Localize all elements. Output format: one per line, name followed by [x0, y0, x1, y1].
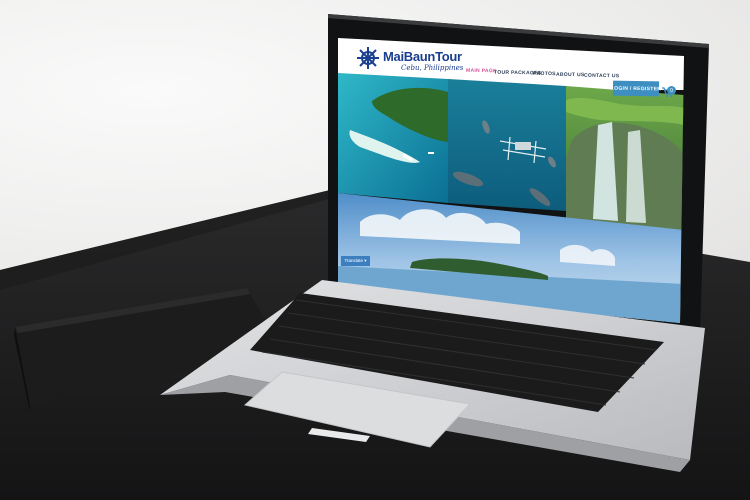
nav-photos[interactable]: PHOTOS — [533, 71, 556, 77]
photo-whale-sharks — [448, 79, 566, 211]
brand-tagline: Cebu, Philippines — [401, 64, 464, 72]
nav-contact-us[interactable]: CONTACT US — [584, 73, 620, 80]
brand-name: MaiBaunTour — [383, 49, 462, 64]
login-register-button[interactable]: LOGIN / REGISTER — [611, 80, 661, 97]
nav-main-page[interactable]: MAIN PAGE — [466, 68, 497, 75]
cart-count-badge: 0 — [667, 86, 676, 95]
nav-about-us[interactable]: ABOUT US — [556, 72, 585, 78]
waterfall-cliff — [566, 122, 684, 230]
translate-button[interactable]: Translate ▾ — [341, 256, 370, 266]
ship-wheel-icon — [357, 47, 379, 69]
boat-2 — [428, 152, 434, 154]
